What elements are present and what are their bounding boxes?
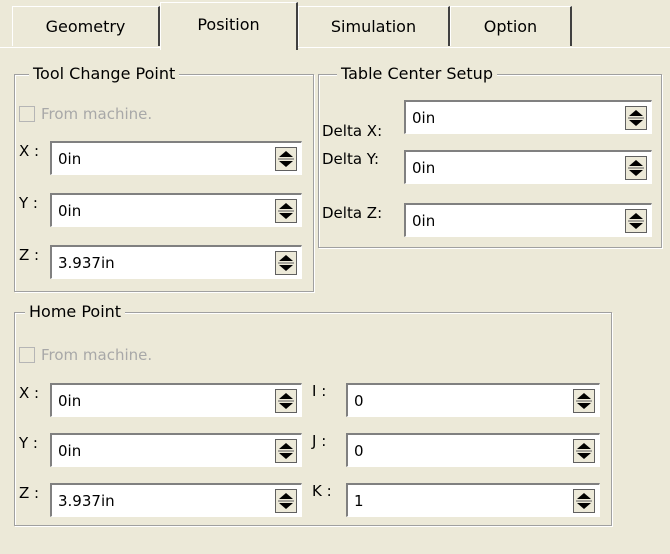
tab-option[interactable]: Option <box>450 6 572 46</box>
home-y-field[interactable]: 0in <box>50 433 302 467</box>
home-from-machine-label: From machine. <box>41 346 153 364</box>
tab-simulation[interactable]: Simulation <box>298 6 450 46</box>
up-down-spinner-icon[interactable] <box>275 147 297 171</box>
home-i-value: 0 <box>354 392 364 410</box>
tool-change-z-value: 3.937in <box>58 254 115 272</box>
home-y-value: 0in <box>58 442 82 460</box>
tool-change-x-label: X : <box>19 142 40 160</box>
tab-strip: Geometry Position Simulation Option <box>0 0 670 52</box>
tool-change-x-field[interactable]: 0in <box>50 141 302 175</box>
delta-x-value: 0in <box>412 109 436 127</box>
up-down-spinner-icon[interactable] <box>573 439 595 463</box>
home-j-label: J : <box>312 432 327 450</box>
home-from-machine-checkbox[interactable] <box>19 347 35 363</box>
home-from-machine-row: From machine. <box>19 346 152 364</box>
home-point-title: Home Point <box>25 301 126 323</box>
home-k-value: 1 <box>354 492 364 510</box>
delta-y-label: Delta Y: <box>322 150 380 168</box>
home-k-field[interactable]: 1 <box>346 483 600 517</box>
tool-change-y-value: 0in <box>58 202 82 220</box>
up-down-spinner-icon[interactable] <box>625 106 647 130</box>
delta-z-label: Delta Z: <box>322 204 383 222</box>
up-down-spinner-icon[interactable] <box>275 389 297 413</box>
up-down-spinner-icon[interactable] <box>573 489 595 513</box>
delta-x-field[interactable]: 0in <box>404 100 652 134</box>
tool-change-x-value: 0in <box>58 150 82 168</box>
tool-change-y-label: Y : <box>19 194 38 212</box>
delta-z-field[interactable]: 0in <box>404 203 652 237</box>
up-down-spinner-icon[interactable] <box>275 251 297 275</box>
position-panel: Geometry Position Simulation Option Tool… <box>0 0 670 554</box>
home-k-label: K : <box>312 482 332 500</box>
up-down-spinner-icon[interactable] <box>625 209 647 233</box>
home-z-value: 3.937in <box>58 492 115 510</box>
up-down-spinner-icon[interactable] <box>275 439 297 463</box>
tool-change-from-machine-checkbox[interactable] <box>19 106 35 122</box>
delta-y-value: 0in <box>412 159 436 177</box>
up-down-spinner-icon[interactable] <box>625 156 647 180</box>
home-z-label: Z : <box>19 484 40 502</box>
delta-y-field[interactable]: 0in <box>404 150 652 184</box>
tab-geometry[interactable]: Geometry <box>12 6 160 46</box>
tab-position[interactable]: Position <box>160 2 298 50</box>
delta-z-value: 0in <box>412 212 436 230</box>
tool-change-point-title: Tool Change Point <box>29 63 180 85</box>
home-i-field[interactable]: 0 <box>346 383 600 417</box>
tab-divider-line <box>0 47 670 48</box>
delta-x-label: Delta X: <box>322 122 383 140</box>
home-i-label: I : <box>312 382 327 400</box>
tool-change-from-machine-row: From machine. <box>19 105 152 123</box>
home-x-label: X : <box>19 384 40 402</box>
tool-change-y-field[interactable]: 0in <box>50 193 302 227</box>
home-z-field[interactable]: 3.937in <box>50 483 302 517</box>
home-x-field[interactable]: 0in <box>50 383 302 417</box>
home-y-label: Y : <box>19 434 38 452</box>
table-center-setup-title: Table Center Setup <box>337 63 497 85</box>
tool-change-z-label: Z : <box>19 246 40 264</box>
up-down-spinner-icon[interactable] <box>275 199 297 223</box>
up-down-spinner-icon[interactable] <box>275 489 297 513</box>
tool-change-from-machine-label: From machine. <box>41 105 153 123</box>
tool-change-z-field[interactable]: 3.937in <box>50 245 302 279</box>
up-down-spinner-icon[interactable] <box>573 389 595 413</box>
home-j-value: 0 <box>354 442 364 460</box>
home-x-value: 0in <box>58 392 82 410</box>
home-j-field[interactable]: 0 <box>346 433 600 467</box>
